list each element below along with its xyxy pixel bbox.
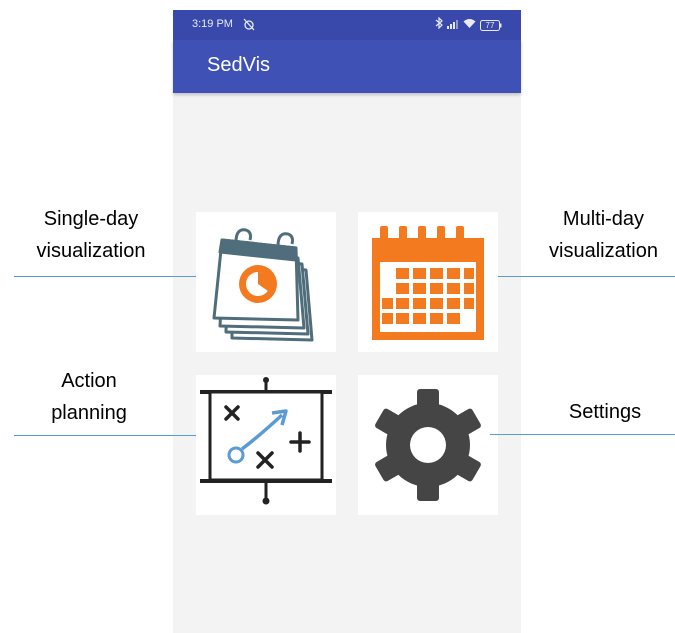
- calendar-pie-icon: [212, 228, 314, 342]
- multi-day-callout-line1: Multi-day: [562, 208, 645, 230]
- whiteboard-plan-icon: [200, 377, 332, 505]
- single-day-callout-line1: Single-day: [43, 208, 139, 230]
- settings-callout-line1: Settings: [568, 401, 642, 423]
- calendar-grid-icon: [372, 226, 484, 340]
- gear-icon: [375, 389, 481, 501]
- action-planning-callout: Action planning: [14, 365, 164, 429]
- multi-day-visualization-button[interactable]: [358, 212, 498, 352]
- settings-leader-line: [490, 434, 675, 435]
- settings-button[interactable]: [358, 375, 498, 515]
- status-icons: 77: [435, 16, 502, 34]
- alarm-off-icon: [243, 17, 255, 36]
- battery-level: 77: [485, 20, 495, 30]
- action-planning-callout-line2: planning: [51, 402, 127, 424]
- action-planning-button[interactable]: [196, 375, 336, 515]
- single-day-visualization-button[interactable]: [196, 212, 336, 352]
- app-title: SedVis: [207, 54, 271, 76]
- signal-icon: [447, 16, 459, 34]
- multi-day-leader-line: [498, 276, 675, 277]
- multi-day-callout-line2: visualization: [549, 240, 658, 262]
- multi-day-callout: Multi-day visualization: [532, 203, 675, 267]
- wifi-icon: [463, 16, 476, 34]
- app-bar: SedVis: [173, 40, 521, 93]
- action-planning-leader-line: [14, 435, 196, 436]
- battery-icon: 77: [480, 19, 502, 31]
- single-day-callout-line2: visualization: [36, 240, 146, 262]
- status-bar: 3:19 PM 77: [173, 10, 521, 40]
- status-time: 3:19 PM: [192, 18, 233, 30]
- single-day-leader-line: [14, 276, 196, 277]
- action-planning-callout-line1: Action: [61, 370, 117, 392]
- bluetooth-icon: [435, 16, 443, 34]
- single-day-callout: Single-day visualization: [14, 203, 168, 267]
- settings-callout: Settings: [545, 396, 665, 428]
